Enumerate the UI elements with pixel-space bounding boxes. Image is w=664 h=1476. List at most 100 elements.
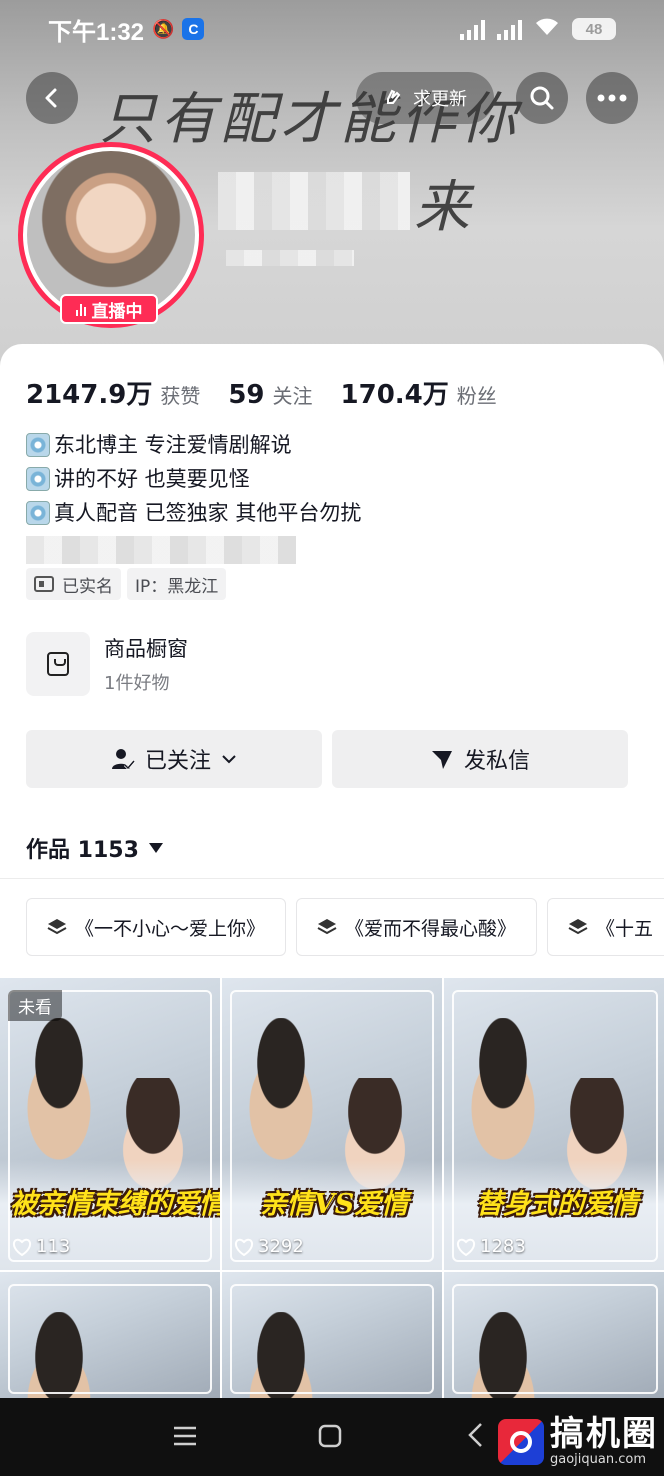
- disc-icon: [26, 467, 50, 491]
- stat-number: 2147.9万: [26, 380, 153, 410]
- request-update-label: 求更新: [413, 89, 467, 110]
- app-notification-icon: C: [182, 18, 205, 40]
- layers-icon: [568, 919, 588, 935]
- shopping-bag-icon: [26, 632, 90, 696]
- back-button[interactable]: [26, 72, 78, 124]
- blurred-region: [226, 250, 354, 266]
- status-bar: 下午1:32 🔕 C 48: [0, 0, 664, 58]
- action-buttons: 已关注 发私信: [26, 730, 628, 788]
- shop-window-entry[interactable]: 商品橱窗 1件好物: [26, 632, 188, 696]
- video-caption: 亲情VS爱情: [259, 1189, 409, 1220]
- video-likes: 3292: [234, 1236, 304, 1257]
- watermark-cn: 搞机圈: [550, 1414, 658, 1454]
- blurred-region: [218, 172, 410, 230]
- live-badge-label: 直播中: [91, 301, 143, 322]
- bio-line: 真人配音 已签独家 其他平台勿扰: [54, 501, 362, 525]
- bio-line: 东北博主 专注爱情剧解说: [54, 433, 292, 457]
- video-grid: 未看 被亲情束缚的爱情 113 亲情VS爱情 3292 替身式的爱情 1283: [0, 978, 664, 1402]
- stat-label: 获赞: [160, 384, 201, 408]
- more-dots-icon: [597, 94, 627, 102]
- video-caption: 被亲情束缚的爱情: [10, 1189, 220, 1220]
- blurred-region: [26, 536, 296, 564]
- signal-icon: [460, 18, 485, 40]
- stat-label: 粉丝: [456, 384, 497, 408]
- live-bars-icon: [75, 302, 86, 316]
- verified-tag[interactable]: 已实名: [26, 568, 121, 600]
- battery-icon: 48: [572, 18, 616, 40]
- shop-subtitle: 1件好物: [104, 673, 170, 694]
- video-likes: 113: [12, 1236, 70, 1257]
- watermark-en: gaojiquan.com: [550, 1452, 646, 1467]
- playlist-label: 《爱而不得最心酸》: [345, 917, 517, 940]
- divider: [0, 878, 664, 879]
- heart-icon: [457, 1238, 475, 1256]
- send-icon: [431, 751, 452, 769]
- playlist-chip[interactable]: 《十五: [547, 898, 664, 956]
- playlist-label: 《一不小心～爱上你》: [75, 917, 266, 940]
- video-tile[interactable]: 未看 被亲情束缚的爱情 113: [0, 978, 220, 1270]
- bio-line: 讲的不好 也莫要见怪: [54, 467, 250, 491]
- video-likes: 1283: [456, 1236, 526, 1257]
- search-icon: [530, 86, 554, 110]
- likes-count: 113: [36, 1236, 71, 1257]
- video-tile[interactable]: [0, 1272, 220, 1402]
- banner-handwriting-line2: 来: [414, 175, 474, 240]
- more-options-button[interactable]: [586, 72, 638, 124]
- search-button[interactable]: [516, 72, 568, 124]
- send-message-button[interactable]: 发私信: [332, 730, 628, 788]
- chevron-down-icon: [222, 755, 236, 764]
- stats-row: 2147.9万 获赞 59 关注 170.4万 粉丝: [26, 374, 525, 411]
- menu-icon[interactable]: [172, 1424, 198, 1448]
- user-check-icon: [111, 749, 135, 771]
- ip-location-tag: IP：黑龙江: [127, 568, 227, 600]
- stat-label: 关注: [272, 384, 313, 408]
- watermark-logo-icon: [498, 1418, 544, 1465]
- video-caption: 替身式的爱情: [476, 1189, 638, 1220]
- status-time: 下午1:32: [48, 18, 145, 46]
- bio: 东北博主 专注爱情剧解说 讲的不好 也莫要见怪 真人配音 已签独家 其他平台勿扰: [26, 428, 361, 564]
- playlist-row: 《一不小心～爱上你》 《爱而不得最心酸》 《十五: [26, 898, 664, 956]
- watermark: 搞机圈 gaojiquan.com: [498, 1416, 658, 1467]
- ip-label: IP：黑龙江: [135, 576, 219, 597]
- back-nav-icon[interactable]: [466, 1422, 484, 1448]
- mute-icon: 🔕: [152, 18, 175, 39]
- stat-number: 59: [228, 380, 265, 410]
- home-icon[interactable]: [318, 1424, 342, 1448]
- works-label: 作品 1153: [26, 838, 139, 863]
- video-tile[interactable]: 替身式的爱情 1283: [444, 978, 664, 1270]
- heart-icon: [235, 1238, 253, 1256]
- unseen-badge: 未看: [8, 990, 62, 1021]
- send-message-label: 发私信: [463, 749, 530, 774]
- video-tile[interactable]: [222, 1272, 442, 1402]
- signal-icon-2: [497, 18, 522, 40]
- hand-wave-icon: [387, 89, 401, 104]
- back-arrow-icon: [45, 88, 57, 108]
- playlist-chip[interactable]: 《爱而不得最心酸》: [296, 898, 538, 956]
- layers-icon: [47, 919, 67, 935]
- playlist-label: 《十五: [596, 917, 654, 940]
- stat-number: 170.4万: [340, 380, 449, 410]
- likes-count: 1283: [480, 1236, 526, 1257]
- followed-button[interactable]: 已关注: [26, 730, 322, 788]
- stat-following[interactable]: 59 关注: [228, 380, 312, 410]
- stat-followers[interactable]: 170.4万 粉丝: [341, 374, 497, 411]
- caret-down-icon: [148, 843, 163, 853]
- profile-tags: 已实名 IP：黑龙江: [26, 568, 227, 600]
- stat-likes[interactable]: 2147.9万 获赞: [26, 374, 200, 411]
- disc-icon: [26, 433, 50, 457]
- disc-icon: [26, 501, 50, 525]
- wifi-icon: [534, 15, 560, 43]
- playlist-chip[interactable]: 《一不小心～爱上你》: [26, 898, 287, 956]
- request-update-button[interactable]: 求更新: [356, 72, 494, 124]
- shop-title: 商品橱窗: [104, 637, 188, 661]
- verified-label: 已实名: [62, 576, 113, 597]
- id-card-icon: [34, 576, 54, 592]
- heart-icon: [13, 1238, 31, 1256]
- video-tile[interactable]: 亲情VS爱情 3292: [222, 978, 442, 1270]
- works-tab[interactable]: 作品 1153: [26, 832, 163, 864]
- likes-count: 3292: [258, 1236, 304, 1257]
- video-tile[interactable]: [444, 1272, 664, 1402]
- live-badge[interactable]: 直播中: [60, 294, 158, 324]
- layers-icon: [317, 919, 337, 935]
- followed-label: 已关注: [144, 749, 211, 774]
